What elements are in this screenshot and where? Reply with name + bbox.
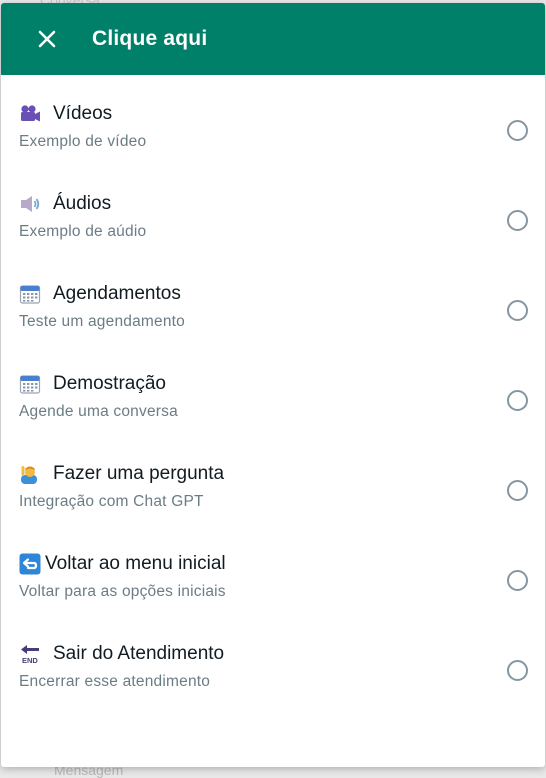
close-icon [38, 30, 56, 48]
calendar-icon [19, 283, 43, 305]
option-subtitle: Exemplo de vídeo [19, 133, 147, 150]
option-title: Vídeos [53, 103, 113, 124]
person-raising-hand-icon [19, 463, 43, 485]
option-radio[interactable] [507, 300, 528, 321]
dialog-header: Clique aqui [1, 3, 545, 75]
option-title: Sair do Atendimento [53, 643, 225, 664]
return-arrow-icon [19, 553, 43, 575]
option-subtitle: Encerrar esse atendimento [19, 673, 211, 690]
option-fazer-pergunta[interactable]: Fazer uma pergunta Integração com Chat G… [1, 460, 545, 550]
option-subtitle: Agende uma conversa [19, 403, 178, 420]
video-camera-icon [19, 103, 43, 125]
option-audios[interactable]: Áudios Exemplo de aúdio [1, 190, 545, 280]
option-radio[interactable] [507, 390, 528, 411]
dialog-title: Clique aqui [92, 27, 208, 50]
option-subtitle: Voltar para as opções iniciais [19, 583, 226, 600]
close-button[interactable] [29, 21, 65, 57]
option-videos[interactable]: Vídeos Exemplo de vídeo [1, 100, 545, 190]
option-radio[interactable] [507, 210, 528, 231]
option-subtitle: Integração com Chat GPT [19, 493, 204, 510]
option-radio[interactable] [507, 660, 528, 681]
option-agendamentos[interactable]: Agendamentos Teste um agendamento [1, 280, 545, 370]
svg-text:END: END [22, 656, 38, 665]
option-radio[interactable] [507, 120, 528, 141]
option-title: Agendamentos [53, 283, 181, 304]
option-sair-atendimento[interactable]: END Sair do Atendimento Encerrar esse at… [1, 640, 545, 730]
end-arrow-icon: END [19, 643, 43, 665]
option-subtitle: Teste um agendamento [19, 313, 185, 330]
speaker-icon [19, 193, 43, 215]
option-radio[interactable] [507, 480, 528, 501]
option-title: Fazer uma pergunta [53, 463, 225, 484]
option-title: Demostração [53, 373, 166, 394]
option-title: Áudios [53, 193, 112, 214]
option-voltar-menu[interactable]: Voltar ao menu inicial Voltar para as op… [1, 550, 545, 640]
option-title: Voltar ao menu inicial [45, 553, 226, 574]
option-demostracao[interactable]: Demostração Agende uma conversa [1, 370, 545, 460]
option-radio[interactable] [507, 570, 528, 591]
calendar-icon [19, 373, 43, 395]
option-subtitle: Exemplo de aúdio [19, 223, 147, 240]
options-list: Vídeos Exemplo de vídeo Áudios Exemplo d… [1, 75, 545, 730]
options-dialog: Clique aqui Vídeos Exemplo de vídeo Áudi… [1, 3, 545, 767]
